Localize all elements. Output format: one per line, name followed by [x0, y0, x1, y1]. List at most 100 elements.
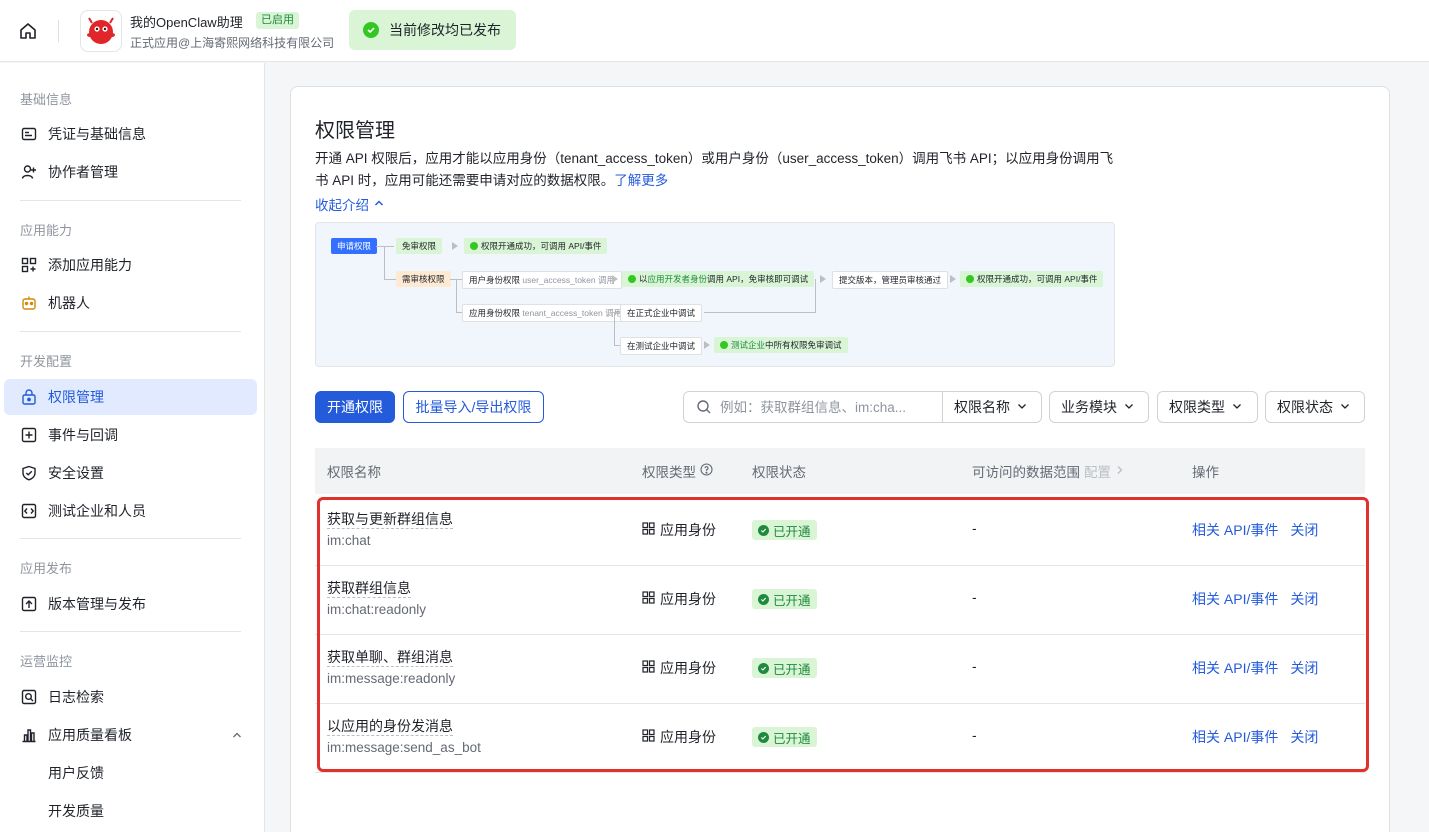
- perm-ops: 相关 API/事件 关闭: [1192, 658, 1330, 678]
- batch-import-export-button[interactable]: 批量导入/导出权限: [403, 391, 544, 423]
- app-subtitle: 正式应用@上海寄熙网络科技有限公司: [130, 36, 335, 50]
- sidebar-item-credentials[interactable]: 凭证与基础信息: [4, 116, 257, 152]
- sidebar-item-security[interactable]: 安全设置: [4, 455, 257, 491]
- perm-name[interactable]: 获取与更新群组信息: [327, 511, 453, 529]
- top-divider: [58, 20, 59, 42]
- sidebar-item-label: 版本管理与发布: [48, 596, 146, 612]
- page-title: 权限管理: [315, 120, 395, 142]
- sidebar-item-robot[interactable]: 机器人: [4, 285, 257, 321]
- sidebar-item-collaborators[interactable]: 协作者管理: [4, 154, 257, 190]
- home-icon[interactable]: [16, 19, 40, 43]
- flow-line: [384, 279, 396, 280]
- filter-business-module[interactable]: 业务模块: [1049, 391, 1149, 423]
- perm-ops: 相关 API/事件 关闭: [1192, 520, 1330, 540]
- app-grid-icon: [642, 522, 655, 538]
- sidebar-item-quality-board[interactable]: 应用质量看板: [4, 717, 257, 753]
- related-api-link[interactable]: 相关 API/事件: [1192, 729, 1278, 745]
- permission-flow-diagram: 申请权限 免审权限 权限开通成功，可调用 API/事件 需审核权限 用户身份权限…: [315, 222, 1115, 367]
- permissions-card: 权限管理 开通 API 权限后，应用才能以应用身份（tenant_access_…: [290, 86, 1390, 832]
- sidebar-item-label: 应用质量看板: [48, 727, 132, 743]
- credentials-icon: [20, 125, 38, 143]
- close-permission-link[interactable]: 关闭: [1290, 660, 1318, 676]
- filter-permission-type[interactable]: 权限类型: [1157, 391, 1258, 423]
- related-api-link[interactable]: 相关 API/事件: [1192, 660, 1278, 676]
- sidebar-divider: [20, 631, 241, 632]
- sidebar-item-test-enterprise[interactable]: 测试企业和人员: [4, 493, 257, 529]
- sidebar-item-label: 协作者管理: [48, 164, 118, 180]
- flow-arrow: [612, 275, 618, 283]
- grid-plus-icon: [20, 256, 38, 274]
- close-permission-link[interactable]: 关闭: [1290, 729, 1318, 745]
- flow-dev-call: 以应用开发者身份调用 API，免审核即可调试: [622, 271, 815, 287]
- close-permission-link[interactable]: 关闭: [1290, 591, 1318, 607]
- perm-code: im:message:readonly: [327, 671, 456, 686]
- close-permission-link[interactable]: 关闭: [1290, 522, 1318, 538]
- chevron-down-icon: [1123, 399, 1135, 415]
- sidebar-divider: [20, 331, 241, 332]
- sidebar-item-log-search[interactable]: 日志检索: [4, 679, 257, 715]
- perm-type: 应用身份: [642, 658, 716, 678]
- flow-line: [610, 312, 620, 313]
- flow-line: [376, 246, 394, 247]
- perm-type-label: 应用身份: [660, 522, 716, 538]
- check-dot-icon: [966, 275, 974, 283]
- flow-line: [384, 246, 385, 279]
- sidebar-item-events[interactable]: 事件与回调: [4, 417, 257, 453]
- flow-test-free-b: 中所有权限免审调试: [765, 340, 842, 350]
- header-type: 权限类型: [642, 448, 713, 494]
- flow-app-identity-text: 应用身份权限: [469, 308, 521, 318]
- perm-name[interactable]: 以应用的身份发消息: [327, 718, 453, 736]
- top-bar: 我的OpenClaw助理 已启用 正式应用@上海寄熙网络科技有限公司 当前修改均…: [0, 0, 1429, 62]
- app-grid-icon: [642, 660, 655, 676]
- sidebar-item-dev-quality[interactable]: 开发质量: [4, 793, 257, 829]
- flow-arrow: [452, 242, 458, 250]
- flow-formal-debug: 在正式企业中调试: [620, 304, 703, 322]
- perm-type-label: 应用身份: [660, 729, 716, 745]
- flow-test-debug: 在测试企业中调试: [620, 337, 703, 355]
- collapse-intro-link[interactable]: 收起介绍: [315, 194, 385, 214]
- chevron-up-icon[interactable]: [231, 728, 243, 744]
- perm-type-label: 应用身份: [660, 591, 716, 607]
- sidebar-item-versions[interactable]: 版本管理与发布: [4, 586, 257, 622]
- related-api-link[interactable]: 相关 API/事件: [1192, 591, 1278, 607]
- search-field-label: 权限名称: [954, 399, 1010, 415]
- sidebar-item-user-feedback[interactable]: 用户反馈: [4, 755, 257, 791]
- status-badge: 已开通: [752, 658, 817, 678]
- perm-name[interactable]: 获取群组信息: [327, 580, 411, 598]
- perm-name[interactable]: 获取单聊、群组消息: [327, 649, 453, 667]
- perm-type: 应用身份: [642, 727, 716, 747]
- sidebar-divider: [20, 538, 241, 539]
- flow-success-1-text: 权限开通成功，可调用 API/事件: [481, 241, 602, 251]
- section-title-publish: 应用发布: [20, 561, 73, 576]
- filter-permission-status[interactable]: 权限状态: [1265, 391, 1365, 423]
- status-badge: 已开通: [752, 520, 817, 540]
- header-scope-config[interactable]: 配置: [1084, 461, 1111, 481]
- perm-ops: 相关 API/事件 关闭: [1192, 727, 1330, 747]
- code-icon: [20, 502, 38, 520]
- sidebar-item-permissions[interactable]: 权限管理: [4, 379, 257, 415]
- intro-text: 开通 API 权限后，应用才能以应用身份（tenant_access_token…: [315, 148, 1115, 192]
- flow-no-review: 免审权限: [396, 238, 443, 254]
- user-plus-icon: [20, 163, 38, 181]
- perm-scope: -: [972, 658, 977, 674]
- sidebar-item-add-capability[interactable]: 添加应用能力: [4, 247, 257, 283]
- help-icon[interactable]: [700, 463, 713, 479]
- open-permission-button[interactable]: 开通权限: [315, 391, 395, 423]
- perm-code: im:chat: [327, 533, 371, 548]
- flow-arrow: [704, 341, 710, 349]
- sidebar-item-label: 用户反馈: [48, 765, 104, 781]
- flow-line: [704, 312, 816, 313]
- learn-more-link[interactable]: 了解更多: [614, 173, 668, 188]
- app-status-badge: 已启用: [256, 12, 299, 29]
- chevron-down-icon: [1339, 399, 1351, 415]
- perm-ops: 相关 API/事件 关闭: [1192, 589, 1330, 609]
- related-api-link[interactable]: 相关 API/事件: [1192, 522, 1278, 538]
- search-input[interactable]: [720, 399, 940, 415]
- header-ops: 操作: [1192, 465, 1219, 480]
- search-field-select[interactable]: 权限名称: [942, 392, 1042, 422]
- shield-icon: [20, 464, 38, 482]
- flow-arrow: [950, 275, 956, 283]
- status-text: 已开通: [773, 524, 811, 539]
- perm-status: 已开通: [752, 589, 817, 609]
- section-title-capabilities: 应用能力: [20, 223, 73, 238]
